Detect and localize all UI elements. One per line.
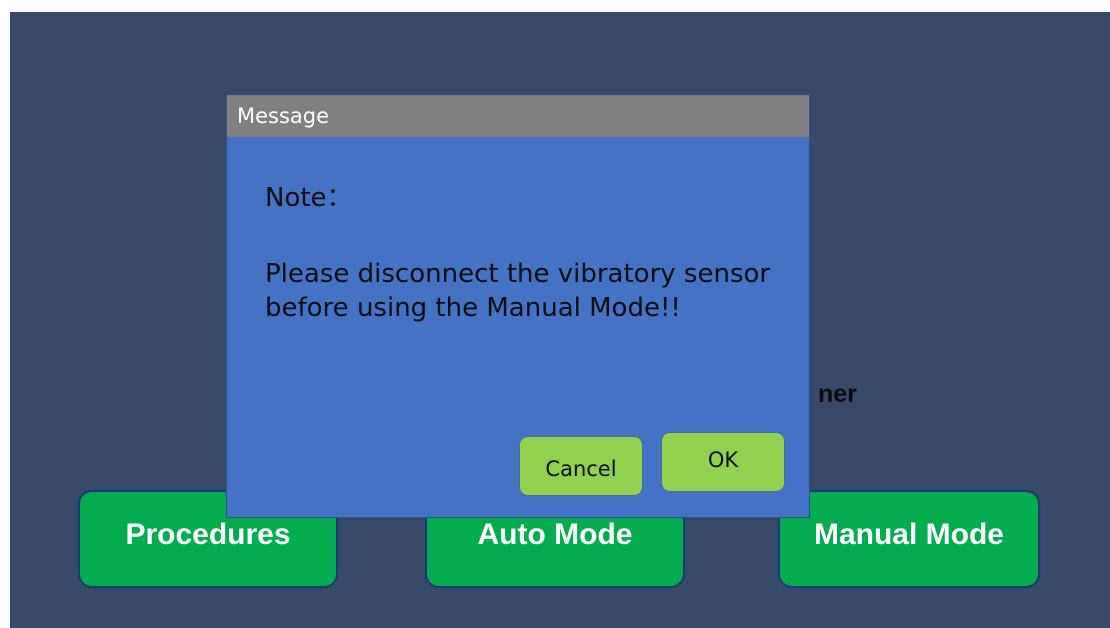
dialog-titlebar[interactable]: Message [227, 95, 809, 137]
manual-mode-button[interactable]: Manual Mode [778, 490, 1040, 588]
cancel-button[interactable]: Cancel [519, 436, 643, 496]
dialog-title: Message [237, 104, 330, 128]
message-dialog: Message Note： Please disconnect the vibr… [226, 94, 810, 518]
main-screen: ner Procedures Auto Mode Manual Mode Mes… [10, 12, 1110, 628]
ok-button[interactable]: OK [661, 432, 785, 492]
obscured-title-text: ner [818, 380, 857, 408]
dialog-message: Please disconnect the vibratory sensor b… [265, 259, 771, 323]
note-label: Note： [265, 183, 353, 213]
